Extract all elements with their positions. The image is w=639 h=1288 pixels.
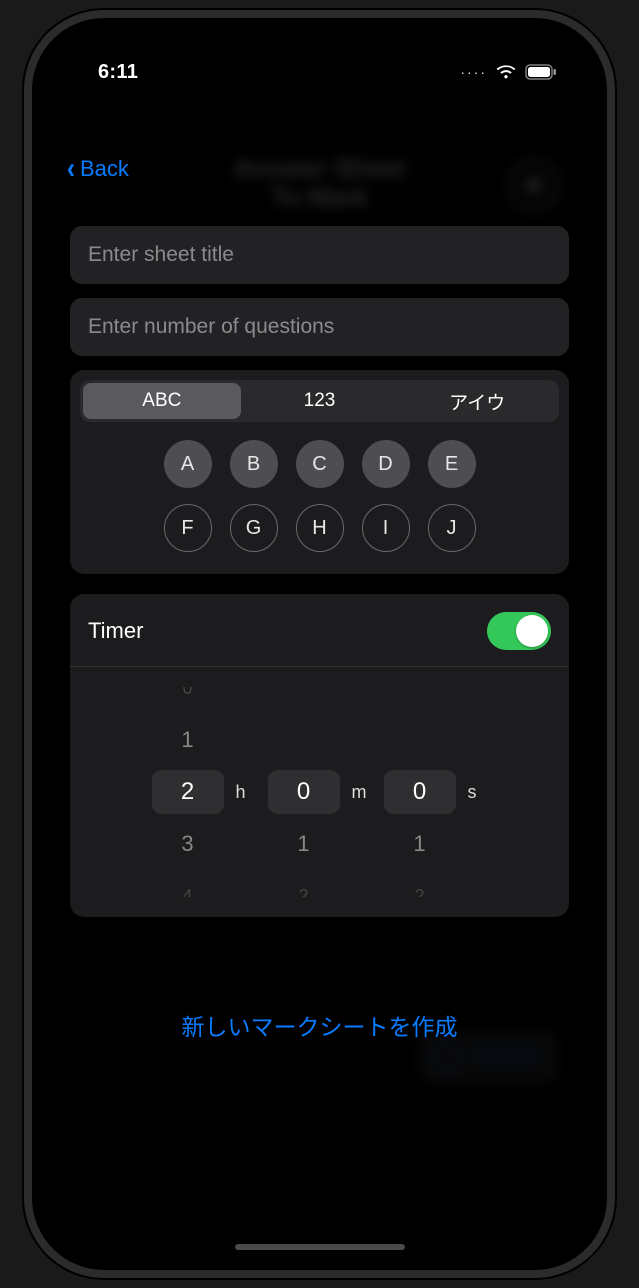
choice-B[interactable]: B	[230, 440, 278, 488]
home-indicator[interactable]	[235, 1244, 405, 1250]
phone-frame: 6:11 ···· Answer Sheet To Mark	[24, 10, 615, 1278]
seg-123[interactable]: 123	[241, 383, 399, 419]
seconds-wheel[interactable]: 0 1 2	[384, 687, 456, 897]
options-card: ABC 123 アイウ A B C D E F G H	[70, 370, 569, 574]
choice-C[interactable]: C	[296, 440, 344, 488]
choice-J[interactable]: J	[428, 504, 476, 552]
letter-row-1: A B C D E	[164, 440, 476, 488]
choice-D[interactable]: D	[362, 440, 410, 488]
timer-header: Timer	[70, 594, 569, 667]
battery-icon	[525, 64, 557, 80]
choice-preview: A B C D E F G H I J	[80, 440, 559, 552]
minutes-wheel[interactable]: 0 1 2	[268, 687, 340, 897]
back-label: Back	[80, 156, 129, 182]
gear-icon	[513, 164, 555, 206]
timer-card: Timer 0 1 2 3 4	[70, 594, 569, 917]
screen: 6:11 ···· Answer Sheet To Mark	[40, 26, 599, 1262]
cell-signal-icon: ····	[460, 64, 487, 80]
back-button[interactable]: ‹ Back	[66, 154, 129, 184]
hours-wheel[interactable]: 0 1 2 3 4	[152, 687, 224, 897]
choice-H[interactable]: H	[296, 504, 344, 552]
label-type-segmented[interactable]: ABC 123 アイウ	[80, 380, 559, 422]
choice-A[interactable]: A	[164, 440, 212, 488]
letter-row-2: F G H I J	[164, 504, 476, 552]
question-count-input[interactable]	[70, 298, 569, 356]
create-sheet-button[interactable]: 新しいマークシートを作成	[40, 1008, 599, 1042]
choice-F[interactable]: F	[164, 504, 212, 552]
minutes-unit: m	[352, 782, 372, 803]
timer-toggle[interactable]	[487, 612, 551, 650]
chevron-left-icon: ‹	[67, 154, 75, 184]
seg-abc[interactable]: ABC	[83, 383, 241, 419]
seg-kana[interactable]: アイウ	[398, 383, 556, 419]
duration-picker[interactable]: 0 1 2 3 4 h 0	[70, 667, 569, 897]
choice-E[interactable]: E	[428, 440, 476, 488]
timer-label: Timer	[88, 618, 143, 644]
form-sheet: ABC 123 アイウ A B C D E F G H	[70, 226, 569, 917]
wifi-icon	[495, 64, 517, 80]
choice-I[interactable]: I	[362, 504, 410, 552]
status-time: 6:11	[98, 61, 138, 84]
sheet-title-input[interactable]	[70, 226, 569, 284]
seconds-unit: s	[468, 782, 488, 803]
hours-unit: h	[236, 782, 256, 803]
choice-G[interactable]: G	[230, 504, 278, 552]
notch	[245, 48, 395, 88]
